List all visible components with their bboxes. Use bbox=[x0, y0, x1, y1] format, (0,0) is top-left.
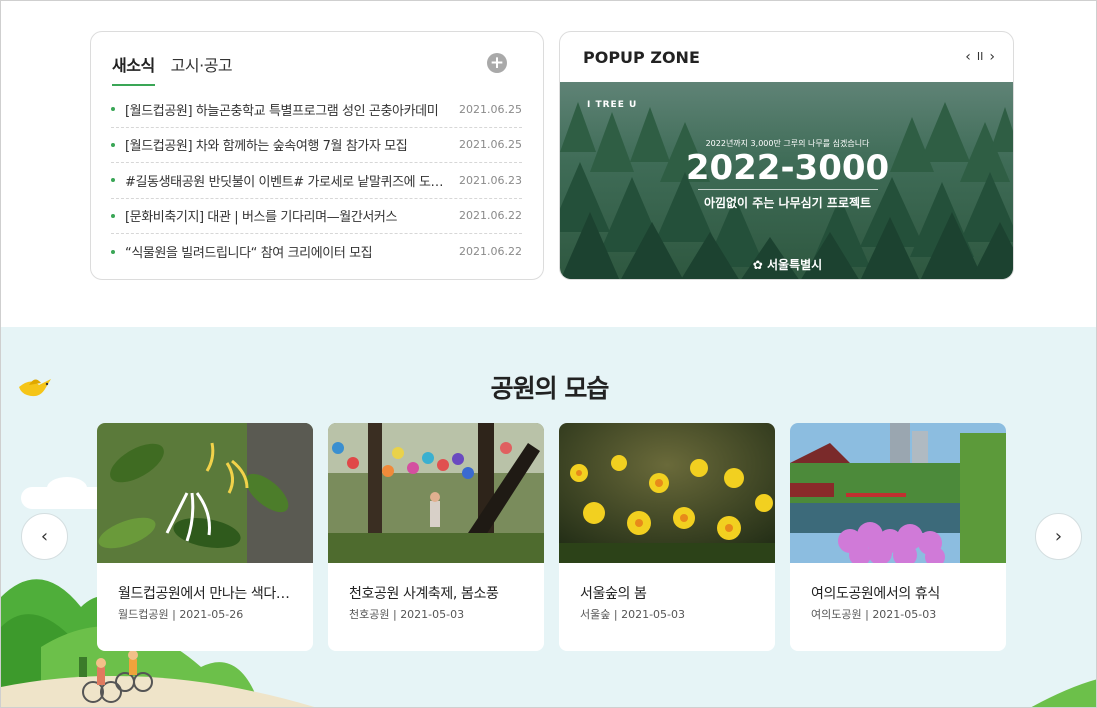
banner-logo: I TREE U bbox=[587, 100, 638, 110]
park-card[interactable]: 천호공원 사계축제, 봄소풍 천호공원 | 2021-05-03 bbox=[328, 423, 544, 651]
news-item-date: 2021.06.22 bbox=[459, 209, 522, 223]
seoul-logo: ✿ 서울특별시 bbox=[560, 256, 1013, 273]
news-item-date: 2021.06.25 bbox=[459, 138, 522, 152]
bullet-icon bbox=[111, 107, 115, 112]
chevron-left-icon: ‹ bbox=[40, 526, 49, 547]
news-item[interactable]: [문화비축기지] 대관 | 버스를 기다리며—월간서커스 2021.06.22 bbox=[111, 199, 522, 234]
news-item[interactable]: “식물원을 빌려드립니다“ 참여 크리에이터 모집 2021.06.22 bbox=[111, 234, 522, 270]
page-frame: 새소식 고시·공고 + [월드컵공원] 하늘곤충학교 특별프로그램 성인 곤충아… bbox=[0, 0, 1097, 708]
popup-controls: ‹ II › bbox=[965, 48, 995, 66]
popup-banner[interactable]: I TREE U 2022년까지 3,000만 그루의 나무를 심겠습니다 20… bbox=[560, 82, 1013, 279]
card-meta: 여의도공원 | 2021-05-03 bbox=[811, 608, 937, 621]
bullet-icon bbox=[111, 178, 115, 183]
banner-org: 서울특별시 bbox=[767, 258, 823, 272]
plus-circle-icon[interactable]: + bbox=[487, 53, 507, 73]
hill-right-illustration bbox=[1031, 679, 1096, 707]
card-date: 2021-05-03 bbox=[872, 608, 937, 621]
popup-title: POPUP ZONE bbox=[583, 48, 700, 67]
cloud-decoration bbox=[47, 477, 87, 499]
news-item-title[interactable]: [문화비축기지] 대관 | 버스를 기다리며—월간서커스 bbox=[125, 206, 459, 225]
card-location: 여의도공원 bbox=[811, 608, 862, 621]
popup-pause-button[interactable]: II bbox=[977, 48, 984, 66]
card-meta: 월드컵공원 | 2021-05-26 bbox=[118, 608, 244, 621]
news-item-date: 2021.06.25 bbox=[459, 102, 522, 116]
park-gallery: 공원의 모습 ‹ › 월드컵공원에서 만나는 색다른 꽃 월드컵공원 | 202… bbox=[1, 327, 1096, 707]
card-title: 서울숲의 봄 bbox=[580, 586, 647, 602]
popup-prev-button[interactable]: ‹ bbox=[965, 48, 971, 66]
news-tabs: 새소식 고시·공고 bbox=[112, 52, 233, 86]
news-item[interactable]: #길동생태공원 반딧불이 이벤트# 가로세로 낱말퀴즈에 도전하세요 2021.… bbox=[111, 163, 522, 199]
tab-notices[interactable]: 고시·공고 bbox=[171, 52, 233, 86]
news-item-date: 2021.06.22 bbox=[459, 245, 522, 259]
card-image-yeouido bbox=[790, 423, 1006, 563]
banner-headline: 2022-3000 bbox=[685, 148, 890, 188]
news-item[interactable]: [월드컵공원] 하늘곤충학교 특별프로그램 성인 곤충아카데미 2021.06.… bbox=[111, 92, 522, 128]
popup-next-button[interactable]: › bbox=[989, 48, 995, 66]
card-image-lanterns bbox=[328, 423, 544, 563]
popup-zone: POPUP ZONE ‹ II › I TREE U 2022년까지 3,000… bbox=[559, 31, 1014, 280]
carousel-prev-button[interactable]: ‹ bbox=[21, 513, 68, 560]
news-item-title[interactable]: [월드컵공원] 하늘곤충학교 특별프로그램 성인 곤충아카데미 bbox=[125, 100, 459, 119]
park-card[interactable]: 서울숲의 봄 서울숲 | 2021-05-03 bbox=[559, 423, 775, 651]
card-title: 월드컵공원에서 만나는 색다른 꽃 bbox=[118, 586, 298, 602]
park-card[interactable]: 여의도공원에서의 휴식 여의도공원 | 2021-05-03 bbox=[790, 423, 1006, 651]
card-title: 여의도공원에서의 휴식 bbox=[811, 586, 940, 602]
news-item-date: 2021.06.23 bbox=[459, 173, 522, 187]
news-item-title[interactable]: #길동생태공원 반딧불이 이벤트# 가로세로 낱말퀴즈에 도전하세요 bbox=[125, 171, 459, 190]
card-date: 2021-05-26 bbox=[179, 608, 244, 621]
banner-description: 아낌없이 주는 나무심기 프로젝트 bbox=[703, 196, 872, 210]
card-meta: 서울숲 | 2021-05-03 bbox=[580, 608, 686, 621]
card-meta: 천호공원 | 2021-05-03 bbox=[349, 608, 465, 621]
chevron-right-icon: › bbox=[1054, 526, 1063, 547]
news-item-title[interactable]: [월드컵공원] 차와 함께하는 숲속여행 7월 참가자 모집 bbox=[125, 135, 459, 154]
card-image-honeysuckle bbox=[97, 423, 313, 563]
bullet-icon bbox=[111, 213, 115, 218]
card-date: 2021-05-03 bbox=[400, 608, 465, 621]
news-item-title[interactable]: “식물원을 빌려드립니다“ 참여 크리에이터 모집 bbox=[125, 242, 459, 261]
carousel-next-button[interactable]: › bbox=[1035, 513, 1082, 560]
tab-news[interactable]: 새소식 bbox=[112, 52, 155, 86]
bullet-icon bbox=[111, 249, 115, 254]
card-image-daffodils bbox=[559, 423, 775, 563]
card-location: 월드컵공원 bbox=[118, 608, 169, 621]
banner-divider bbox=[698, 189, 878, 190]
card-location: 천호공원 bbox=[349, 608, 390, 621]
card-location: 서울숲 bbox=[580, 608, 611, 621]
news-panel: 새소식 고시·공고 + [월드컵공원] 하늘곤충학교 특별프로그램 성인 곤충아… bbox=[90, 31, 544, 280]
card-title: 천호공원 사계축제, 봄소풍 bbox=[349, 586, 499, 602]
card-date: 2021-05-03 bbox=[621, 608, 686, 621]
seoul-logo-icon: ✿ bbox=[752, 258, 768, 272]
news-list: [월드컵공원] 하늘곤충학교 특별프로그램 성인 곤충아카데미 2021.06.… bbox=[111, 92, 522, 270]
park-card[interactable]: 월드컵공원에서 만나는 색다른 꽃 월드컵공원 | 2021-05-26 bbox=[97, 423, 313, 651]
news-item[interactable]: [월드컵공원] 차와 함께하는 숲속여행 7월 참가자 모집 2021.06.2… bbox=[111, 128, 522, 163]
bullet-icon bbox=[111, 142, 115, 147]
park-heading: 공원의 모습 bbox=[490, 374, 610, 403]
